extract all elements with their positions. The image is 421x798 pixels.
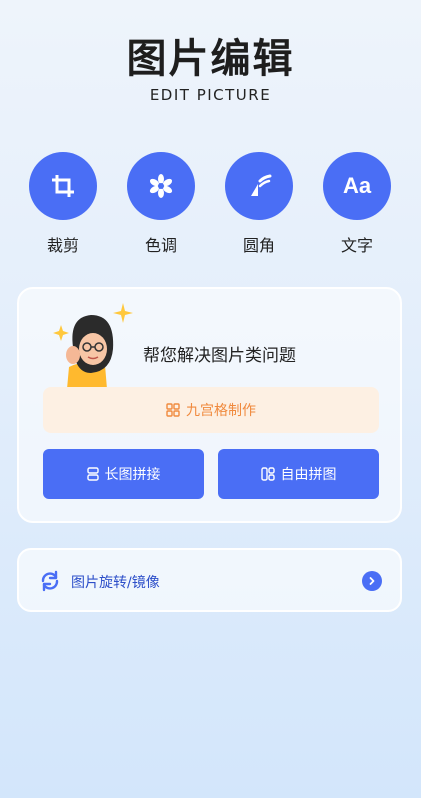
rotate-mirror-row[interactable]: 图片旋转/镜像 [17, 548, 402, 612]
page-subtitle: EDIT PICTURE [149, 86, 272, 104]
grid-icon [166, 403, 180, 417]
long-image-stitch-button[interactable]: 长图拼接 [43, 449, 204, 499]
crop-icon [29, 152, 97, 220]
tool-text[interactable]: Aa 文字 [317, 152, 397, 256]
page-title: 图片编辑 [126, 36, 295, 82]
text-icon: Aa [323, 152, 391, 220]
rotate-icon [39, 570, 61, 596]
tone-icon [127, 152, 195, 220]
free-collage-button[interactable]: 自由拼图 [218, 449, 379, 499]
tool-crop[interactable]: 裁剪 [23, 152, 103, 256]
mascot-illustration [45, 297, 135, 389]
long-image-icon [86, 467, 99, 481]
free-collage-label: 自由拼图 [280, 467, 337, 483]
tool-text-label: 文字 [340, 236, 373, 255]
text-icon-glyph: Aa [342, 173, 372, 198]
rotate-mirror-label: 图片旋转/镜像 [71, 575, 160, 591]
tool-rounded-corner[interactable]: 圆角 [219, 152, 299, 256]
nine-grid-button-label: 九宫格制作 [186, 403, 256, 419]
collage-card: 帮您解决图片类问题 九宫格制作 长图拼接 自由拼图 [17, 287, 402, 523]
tool-rounded-corner-label: 圆角 [242, 236, 275, 255]
nine-grid-button[interactable]: 九宫格制作 [43, 387, 379, 433]
tool-crop-label: 裁剪 [46, 236, 79, 255]
long-image-stitch-label: 长图拼接 [104, 467, 161, 483]
card-headline: 帮您解决图片类问题 [143, 346, 296, 366]
free-collage-icon [260, 467, 275, 481]
tool-tone-label: 色调 [144, 236, 177, 255]
tool-tone[interactable]: 色调 [121, 152, 201, 256]
rounded-corner-icon [225, 152, 293, 220]
chevron-right-icon[interactable] [362, 571, 382, 591]
